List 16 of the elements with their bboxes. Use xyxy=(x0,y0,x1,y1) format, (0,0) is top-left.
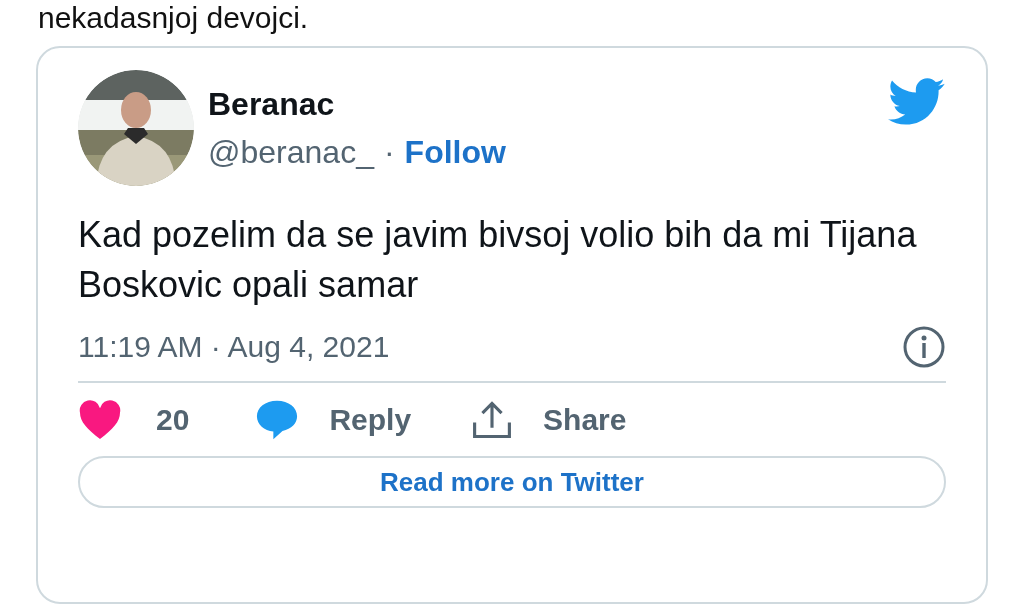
speech-bubble-icon xyxy=(255,398,300,441)
separator: · xyxy=(383,133,395,172)
author-name: Beranac xyxy=(208,85,336,124)
info-icon[interactable] xyxy=(902,324,946,369)
tweet-text: Kad pozelim da se javim bivsoj volio bih da mi Tijana Boskovic opali samar xyxy=(78,213,918,307)
intro-text: nekadasnjoj devojci. xyxy=(38,0,310,36)
read-more-button[interactable]: Read more on Twitter xyxy=(78,456,946,508)
timestamp: 11:19 AM · Aug 4, 2021 xyxy=(78,329,390,365)
author-handle: @beranac_ xyxy=(208,133,374,172)
bird-icon xyxy=(888,78,946,126)
share-icon xyxy=(471,399,514,440)
like-count: 20 xyxy=(156,402,190,438)
heart-icon[interactable] xyxy=(78,399,122,440)
reply-button[interactable]: Reply xyxy=(255,397,412,442)
share-button[interactable]: Share xyxy=(471,397,627,442)
follow-link[interactable]: Follow xyxy=(404,131,506,173)
